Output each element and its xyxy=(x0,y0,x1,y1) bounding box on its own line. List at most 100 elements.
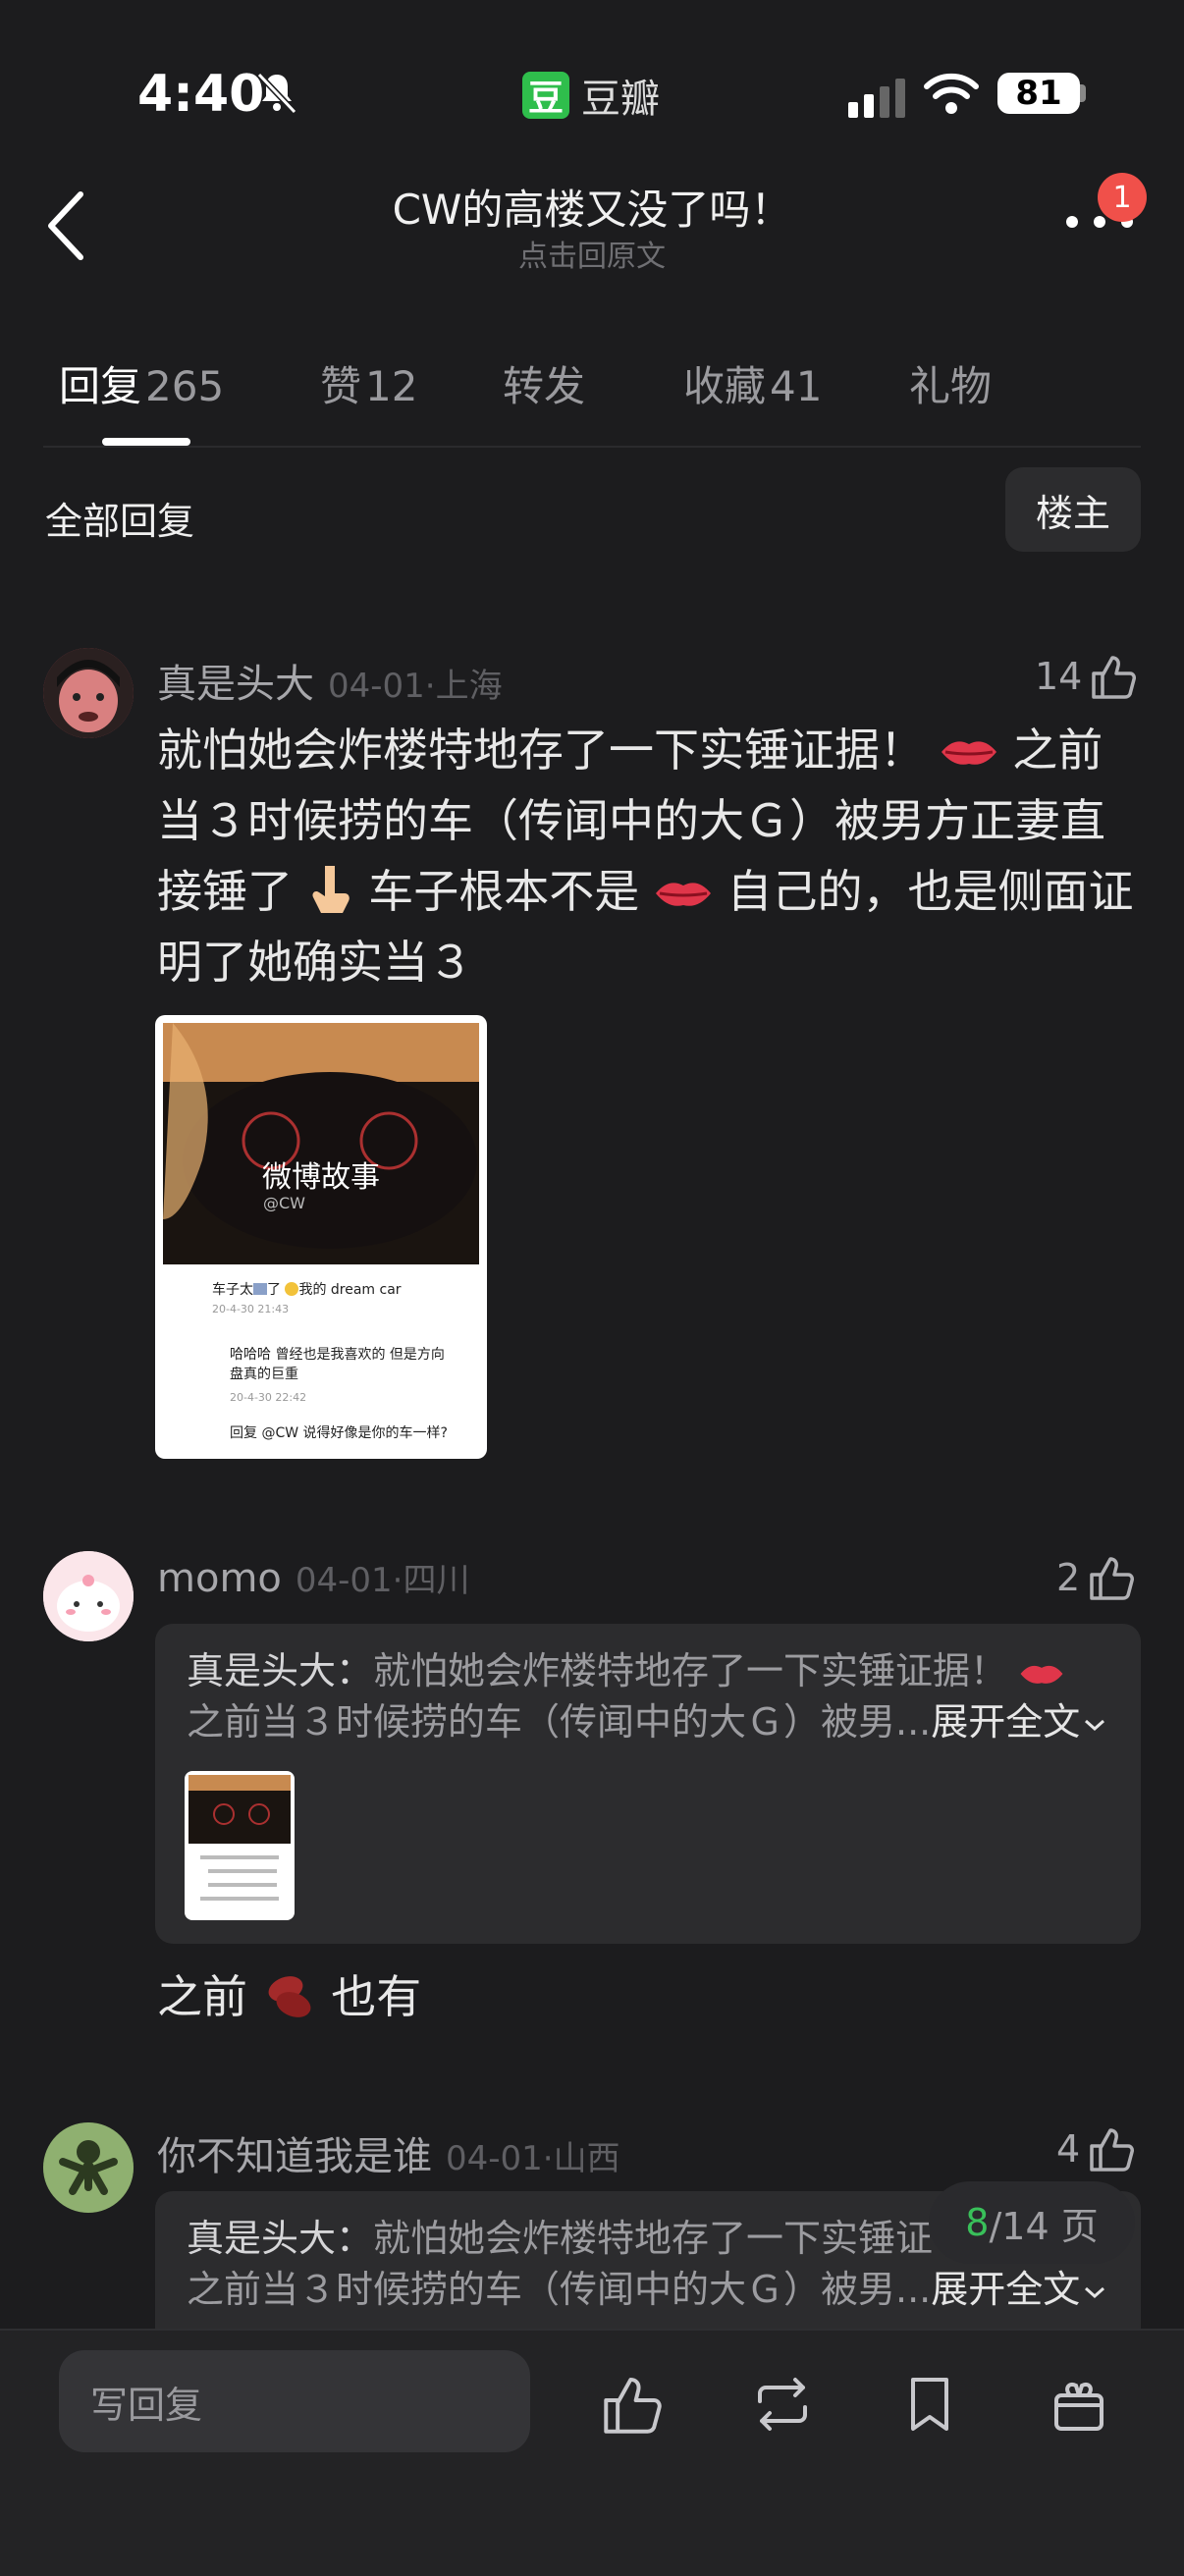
quoted-snippet: 就怕她会炸楼特地存了一下实锤证据！ xyxy=(373,1649,1008,1692)
tab-gifts[interactable]: 礼物 xyxy=(909,353,992,413)
current-page: 8 xyxy=(965,2201,990,2244)
tab-label: 礼物 xyxy=(909,362,993,410)
bell-muted-icon xyxy=(256,72,297,115)
quoted-author: 真是头大： xyxy=(187,1649,374,1692)
tab-label: 赞 xyxy=(320,362,362,410)
tab-replies[interactable]: 回复265 xyxy=(59,353,224,413)
cellular-signal-icon xyxy=(848,79,905,118)
lips-emoji-icon xyxy=(941,741,996,765)
smile-emoji-icon xyxy=(285,1282,299,1296)
quoted-author: 真是头大： xyxy=(187,2217,374,2260)
car-dashboard-image xyxy=(163,1023,479,1264)
battery-indicator: 81 xyxy=(997,73,1080,114)
expand-full-text-link[interactable]: 展开全文 xyxy=(931,2268,1080,2311)
image-caption: 微博故事 xyxy=(262,1160,380,1195)
quoted-snippet: 之前当３时候捞的车（传闻中的大Ｇ）被男... xyxy=(187,1700,932,1744)
chevron-down-icon xyxy=(1085,1719,1105,1732)
reply-input[interactable]: 写回复 xyxy=(59,2350,530,2452)
chevron-down-icon xyxy=(1085,2286,1105,2299)
comment-location: 上海 xyxy=(435,667,503,706)
screenshot-time: 20-4-30 21:43 xyxy=(212,1303,290,1315)
tab-count: 41 xyxy=(770,362,823,410)
back-to-post-link[interactable]: 点击回原文 xyxy=(245,232,939,275)
avatar-image xyxy=(43,648,134,738)
status-time: 4:40 xyxy=(137,65,265,124)
app-name: 豆瓣 xyxy=(581,77,660,122)
tab-count: 265 xyxy=(145,362,225,410)
avatar[interactable] xyxy=(43,1551,134,1641)
lips-emoji-icon xyxy=(1020,1665,1063,1684)
quoted-image-thumbnail[interactable] xyxy=(185,1771,295,1920)
thumbnail-image xyxy=(188,1775,291,1901)
screenshot-comments: 车子太了 我的 dream car 20-4-30 21:43 哈哈哈 曾经也是… xyxy=(163,1280,479,1443)
quoted-snippet: 就怕她会炸楼特地存了一下实锤证 xyxy=(373,2217,934,2260)
pointing-down-emoji-icon xyxy=(312,866,350,913)
active-tab-indicator xyxy=(102,438,190,446)
tab-count: 12 xyxy=(365,362,418,410)
username[interactable]: 你不知道我是谁 xyxy=(157,2124,432,2181)
avatar[interactable] xyxy=(43,2122,134,2213)
comment-image[interactable]: 微博故事 @CW 车子太了 我的 dream car 20-4-30 21:43… xyxy=(155,1015,487,1459)
like-count: 14 xyxy=(1035,655,1083,698)
screenshot-text: 车子太 xyxy=(212,1282,253,1298)
quoted-snippet: 之前当３时候捞的车（传闻中的大Ｇ）被男... xyxy=(187,2268,932,2311)
thumbs-up-icon xyxy=(1090,2128,1135,2172)
tab-likes[interactable]: 赞12 xyxy=(320,353,417,413)
quoted-text: 真是头大：就怕她会炸楼特地存了一下实锤证据！ 之前当３时候捞的车（传闻中的大Ｇ）… xyxy=(187,1645,1119,1747)
op-only-filter-button[interactable]: 楼主 xyxy=(1005,467,1141,552)
avatar[interactable] xyxy=(43,648,134,738)
notification-badge: 1 xyxy=(1098,173,1147,222)
image-handle: @CW xyxy=(263,1194,305,1212)
like-count: 4 xyxy=(1056,2127,1081,2171)
comment-location: 山西 xyxy=(553,2139,620,2178)
page-indicator[interactable]: 8/14 页 xyxy=(929,2181,1135,2264)
thumbs-up-icon xyxy=(1090,1557,1135,1600)
car-photo xyxy=(163,1023,479,1264)
app-indicator: 豆 豆瓣 xyxy=(522,67,660,124)
tab-favorites[interactable]: 收藏41 xyxy=(683,353,822,413)
meta-separator: · xyxy=(542,2139,554,2178)
comment-body: 就怕她会炸楼特地存了一下实锤证据！ 之前当３时候捞的车（传闻中的大Ｇ）被男方正妻… xyxy=(157,715,1139,997)
username[interactable]: 真是头大 xyxy=(157,652,314,709)
screenshot-text: 哈哈哈 曾经也是我喜欢的 但是方向盘真的巨重 xyxy=(230,1347,445,1382)
like-button[interactable]: 2 xyxy=(1056,1553,1137,1602)
comment-header: 你不知道我是谁 04-01 · 山西 xyxy=(157,2124,620,2181)
screenshot-text: 我的 dream car xyxy=(298,1282,402,1298)
divider xyxy=(43,446,1141,448)
tab-label: 转发 xyxy=(503,362,586,410)
meta-separator: · xyxy=(392,1561,404,1600)
screenshot-comment: 车子太了 我的 dream car xyxy=(163,1280,479,1300)
like-count: 2 xyxy=(1056,1556,1081,1599)
comment-text: 车子根本不是 xyxy=(368,865,640,918)
lips-emoji-icon xyxy=(655,883,711,906)
quoted-reply[interactable]: 真是头大：就怕她会炸楼特地存了一下实锤证据！ 之前当３时候捞的车（传闻中的大Ｇ）… xyxy=(155,1624,1141,1944)
back-arrow-icon[interactable] xyxy=(39,187,98,265)
gift-icon[interactable] xyxy=(1047,2372,1111,2437)
comment-text: 就怕她会炸楼特地存了一下实锤证据！ xyxy=(157,724,925,777)
username[interactable]: momo xyxy=(157,1556,282,1601)
like-button[interactable]: 4 xyxy=(1056,2124,1137,2174)
total-pages: /14 页 xyxy=(989,2204,1099,2248)
thumbs-up-icon[interactable] xyxy=(601,2372,666,2437)
expand-full-text-link[interactable]: 展开全文 xyxy=(931,1700,1080,1744)
emoji-icon xyxy=(253,1283,267,1295)
douban-logo-icon: 豆 xyxy=(522,72,569,119)
screenshot-time: 20-4-30 22:42 xyxy=(230,1391,307,1404)
comment-header: momo 04-01 · 四川 xyxy=(157,1553,469,1601)
tab-reposts[interactable]: 转发 xyxy=(503,353,585,413)
comment-location: 四川 xyxy=(403,1561,470,1600)
post-title[interactable]: CW的高楼又没了吗！ xyxy=(245,177,939,237)
wifi-icon xyxy=(924,73,979,114)
tab-label: 收藏 xyxy=(683,362,767,410)
tab-label: 回复 xyxy=(59,362,142,410)
comment-date: 04-01 xyxy=(295,1561,393,1600)
tab-bar: 回复265 赞12 转发 收藏41 礼物 xyxy=(0,353,1184,432)
bookmark-icon[interactable] xyxy=(897,2372,962,2437)
comment-date: 04-01 xyxy=(446,2139,543,2178)
screenshot-text: 说得好像是你的车一样? xyxy=(302,1425,448,1441)
like-button[interactable]: 14 xyxy=(1035,652,1139,701)
repost-icon[interactable] xyxy=(750,2372,815,2437)
meta-separator: · xyxy=(424,667,436,706)
comment-text: 之前 xyxy=(157,1970,247,2023)
comment-body: 之前 也有 xyxy=(157,1961,421,2032)
